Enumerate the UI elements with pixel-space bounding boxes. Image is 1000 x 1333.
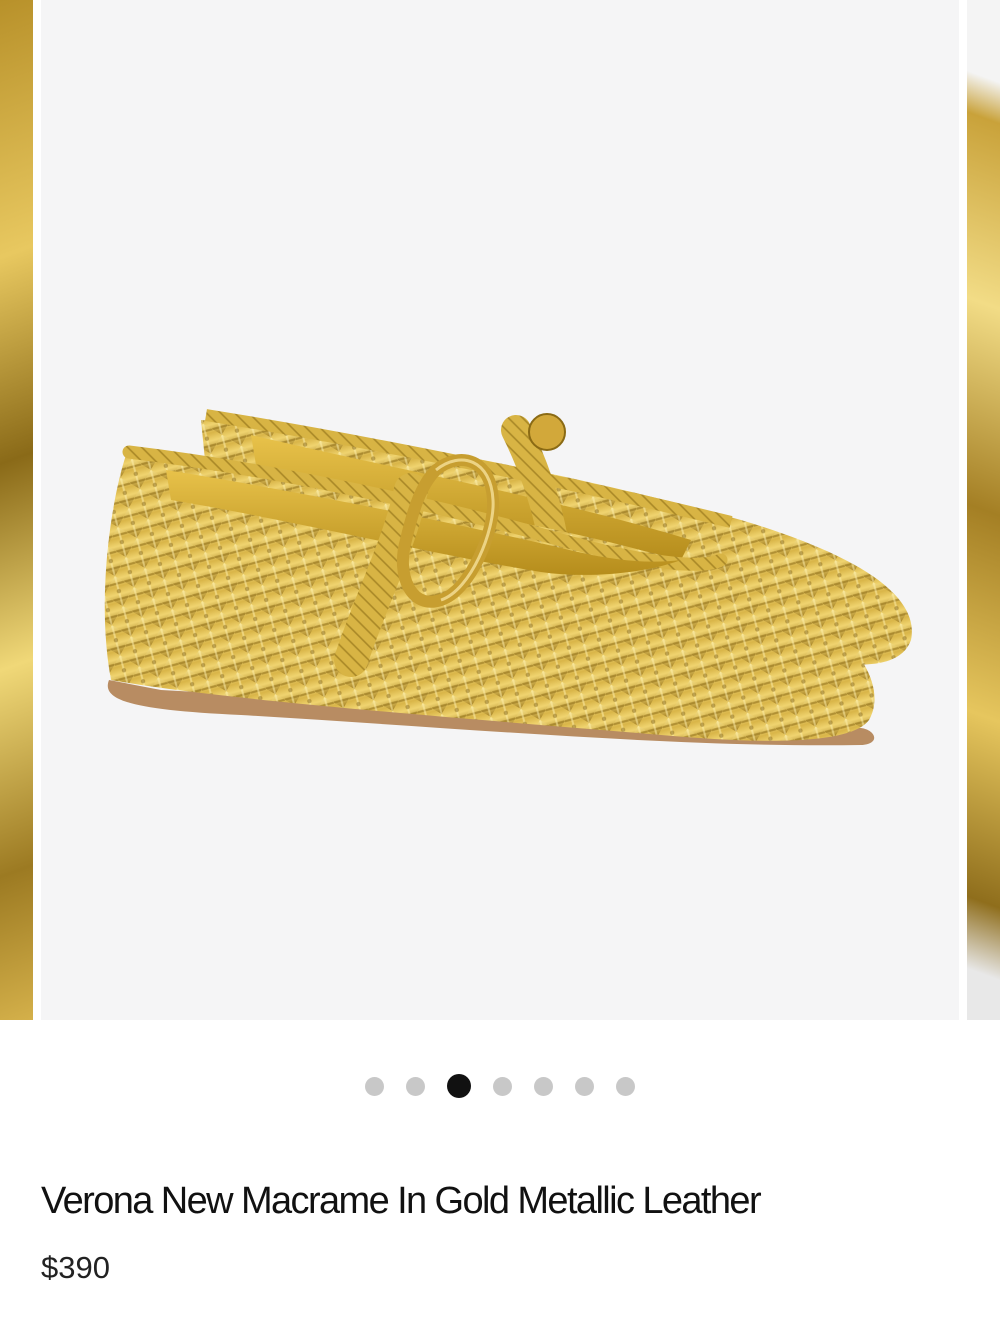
carousel-dot[interactable] bbox=[534, 1076, 553, 1096]
next-slide-image[interactable] bbox=[967, 0, 1000, 1020]
previous-slide-image[interactable] bbox=[0, 0, 33, 1020]
carousel-dot[interactable] bbox=[616, 1076, 635, 1096]
carousel-dot[interactable] bbox=[493, 1076, 512, 1096]
carousel-dot-active[interactable] bbox=[447, 1074, 471, 1098]
carousel-dot[interactable] bbox=[365, 1076, 384, 1096]
carousel-dot[interactable] bbox=[575, 1076, 594, 1096]
product-image-carousel[interactable] bbox=[0, 0, 1000, 1020]
product-page: Verona New Macrame In Gold Metallic Leat… bbox=[0, 0, 1000, 1333]
product-title: Verona New Macrame In Gold Metallic Leat… bbox=[41, 1180, 762, 1222]
current-slide-image[interactable] bbox=[41, 0, 959, 1020]
carousel-dot[interactable] bbox=[406, 1076, 425, 1096]
product-price: $390 bbox=[41, 1250, 110, 1285]
carousel-pagination bbox=[0, 1074, 1000, 1098]
gold-macrame-flats-image bbox=[104, 409, 912, 746]
